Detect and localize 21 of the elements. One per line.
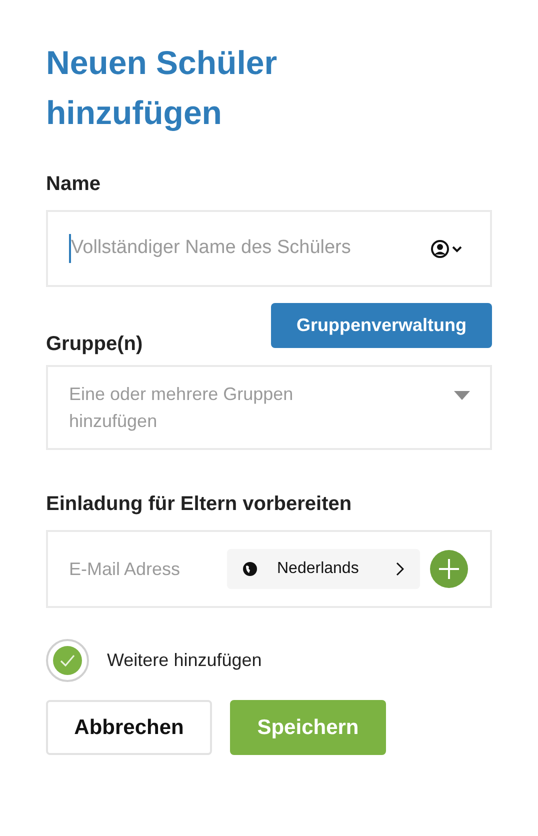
field-label: Gruppe(n)	[46, 332, 143, 357]
language-button[interactable]: Nederlands	[227, 549, 420, 589]
dropdown-arrow-icon	[454, 391, 470, 400]
checkbox-label: Weitere hinzufügen	[107, 649, 262, 672]
checkbox[interactable]	[46, 639, 89, 682]
add-button[interactable]	[430, 550, 468, 588]
group-select[interactable]: Eine oder mehrere Gruppen hinzufügen	[46, 365, 492, 450]
group-management-button[interactable]: Gruppenverwaltung	[271, 303, 492, 348]
select-placeholder: Eine oder mehrere Gruppen hinzufügen	[69, 383, 294, 433]
email-field[interactable]: E-Mail Adress	[69, 556, 217, 582]
globe-icon	[243, 562, 257, 576]
name-field[interactable]: Vollständiger Name des Schülers	[46, 210, 492, 287]
chevron-right-icon	[396, 562, 404, 576]
name-input[interactable]: Vollständiger Name des Schülers	[69, 234, 431, 263]
check-icon	[53, 646, 82, 675]
save-button[interactable]: Speichern	[230, 700, 386, 755]
cancel-button[interactable]: Abbrechen	[46, 700, 212, 755]
field-label: Name	[46, 172, 102, 197]
plus-icon	[439, 559, 459, 579]
field-label: Einladung für Eltern vorbereiten	[46, 492, 353, 517]
page-title: Neuen Schüler hinzufügen	[46, 43, 278, 133]
